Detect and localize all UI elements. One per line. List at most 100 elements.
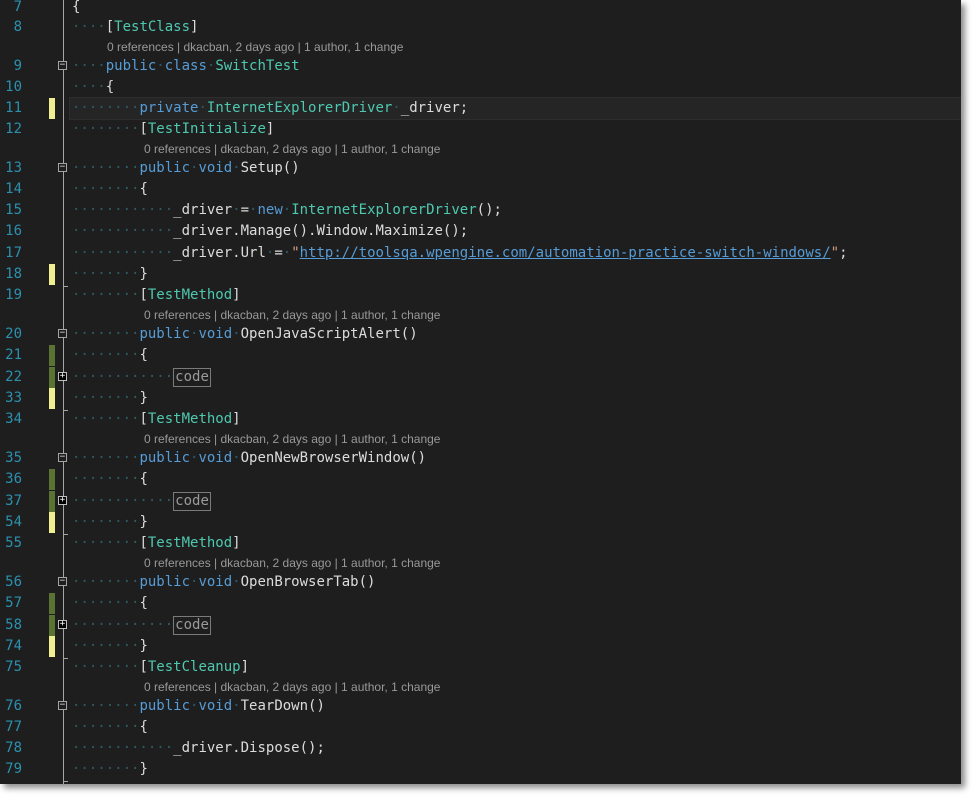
attribute: TestMethod	[147, 287, 233, 303]
code-line[interactable]: 17 ············_driver.Url·=·"http://too…	[0, 243, 961, 264]
collapse-icon[interactable]: −	[58, 163, 67, 172]
code-line[interactable]: 15 ············_driver·=·new·InternetExp…	[0, 200, 961, 221]
codelens-author[interactable]: dkacban, 2 days ago	[184, 40, 295, 54]
line-number: 74	[5, 638, 22, 654]
unsaved-change-marker	[49, 388, 55, 409]
codelens[interactable]: 0 references | dkacban, 2 days ago | 1 a…	[0, 679, 961, 696]
line-number: 9	[13, 58, 22, 74]
code-line[interactable]: 12 ········[TestInitialize]	[0, 119, 961, 140]
collapse-icon[interactable]: −	[58, 453, 67, 462]
line-number: 35	[5, 450, 22, 466]
codelens-references[interactable]: 0 references	[144, 556, 211, 570]
class-name: SwitchTest	[215, 58, 300, 74]
collapsed-code-block[interactable]: code	[173, 367, 211, 387]
code-line[interactable]: 75 ········[TestCleanup]	[0, 657, 961, 678]
codelens-author[interactable]: dkacban, 2 days ago	[221, 432, 332, 446]
attribute: TestCleanup	[147, 659, 241, 675]
collapse-icon[interactable]: −	[58, 577, 67, 586]
codelens-changes[interactable]: 1 author, 1 change	[341, 556, 440, 570]
code-line[interactable]: 37 + ············ code	[0, 491, 961, 512]
code-editor[interactable]: 7 { 8 ····[TestClass] 0 references | dka…	[0, 0, 961, 784]
codelens[interactable]: 0 references | dkacban, 2 days ago | 1 a…	[0, 307, 961, 324]
codelens[interactable]: 0 references | dkacban, 2 days ago | 1 a…	[0, 141, 961, 158]
code-line[interactable]: 11 ········private·InternetExplorerDrive…	[0, 98, 961, 119]
codelens[interactable]: 0 references | dkacban, 2 days ago | 1 a…	[0, 431, 961, 448]
expand-icon[interactable]: +	[58, 372, 67, 381]
code-line[interactable]: 55 ········[TestMethod]	[0, 533, 961, 554]
code-line[interactable]: 22 + ············ code	[0, 367, 961, 388]
codelens[interactable]: 0 references | dkacban, 2 days ago | 1 a…	[0, 555, 961, 572]
line-number: 17	[5, 245, 22, 261]
code-line[interactable]: 13 − ········public·void·Setup()	[0, 158, 961, 179]
codelens-changes[interactable]: 1 author, 1 change	[341, 432, 440, 446]
collapse-icon[interactable]: −	[58, 329, 67, 338]
url-link[interactable]: http://toolsqa.wpengine.com/automation-p…	[300, 245, 831, 261]
saved-change-marker	[49, 469, 55, 490]
code-line[interactable]: 14 ········{	[0, 179, 961, 200]
collapse-icon[interactable]: −	[58, 61, 67, 70]
line-number: 58	[5, 617, 22, 633]
code-line[interactable]: 16 ············_driver.Manage().Window.M…	[0, 221, 961, 242]
code-line[interactable]: 36 ········{	[0, 469, 961, 490]
codelens-author[interactable]: dkacban, 2 days ago	[221, 556, 332, 570]
codelens-references[interactable]: 0 references	[144, 308, 211, 322]
codelens-author[interactable]: dkacban, 2 days ago	[221, 142, 332, 156]
code-line[interactable]: 19 ········[TestMethod]	[0, 285, 961, 306]
code-line[interactable]: 9 − ····public·class·SwitchTest	[0, 56, 961, 77]
code-line[interactable]: 33 ········}	[0, 388, 961, 411]
line-number: 13	[5, 160, 22, 176]
fold-end-marker	[63, 781, 68, 782]
code-line[interactable]: 18 ········}	[0, 264, 961, 287]
code-line[interactable]: 35 − ········public·void·OpenNewBrowserW…	[0, 448, 961, 469]
codelens-references[interactable]: 0 references	[144, 680, 211, 694]
codelens-changes[interactable]: 1 author, 1 change	[341, 142, 440, 156]
line-number: 16	[5, 223, 22, 239]
method-name: OpenNewBrowserWindow	[240, 450, 410, 466]
code-line[interactable]: 56 − ········public·void·OpenBrowserTab(…	[0, 572, 961, 593]
collapsed-code-block[interactable]: code	[173, 615, 211, 635]
line-number: 36	[5, 471, 22, 487]
codelens-author[interactable]: dkacban, 2 days ago	[221, 308, 332, 322]
unsaved-change-marker	[49, 264, 55, 285]
code-line[interactable]: 79 ········}	[0, 759, 961, 782]
codelens-changes[interactable]: 1 author, 1 change	[341, 308, 440, 322]
saved-change-marker	[49, 491, 55, 512]
code-line[interactable]: 8 ····[TestClass]	[0, 17, 961, 38]
line-number: 20	[5, 326, 22, 342]
codelens-references[interactable]: 0 references	[107, 40, 174, 54]
expand-icon[interactable]: +	[58, 496, 67, 505]
code-line[interactable]: 10 ····{	[0, 77, 961, 98]
code-line[interactable]: 78 ············_driver.Dispose();	[0, 738, 961, 759]
attribute: TestInitialize	[147, 121, 266, 137]
unsaved-change-marker	[49, 512, 55, 533]
code-line[interactable]: 57 ········{	[0, 593, 961, 614]
saved-change-marker	[49, 593, 55, 614]
line-number: 11	[5, 100, 22, 116]
code-line[interactable]: 54 ········}	[0, 512, 961, 535]
code-line[interactable]: 7 {	[0, 0, 961, 18]
collapsed-code-block[interactable]: code	[173, 491, 211, 511]
code-line[interactable]: 20 − ········public·void·OpenJavaScriptA…	[0, 324, 961, 345]
attribute: TestMethod	[147, 535, 233, 551]
unsaved-change-marker	[49, 636, 55, 657]
line-number: 33	[5, 390, 22, 406]
code-line[interactable]: 58 + ············ code	[0, 615, 961, 636]
codelens-author[interactable]: dkacban, 2 days ago	[221, 680, 332, 694]
codelens-references[interactable]: 0 references	[144, 432, 211, 446]
codelens-changes[interactable]: 1 author, 1 change	[304, 40, 403, 54]
method-name: Setup	[240, 160, 283, 176]
collapse-icon[interactable]: −	[58, 701, 67, 710]
method-name: OpenBrowserTab	[240, 574, 359, 590]
code-line[interactable]: 76 − ········public·void·TearDown()	[0, 696, 961, 717]
line-number: 78	[5, 740, 22, 756]
expand-icon[interactable]: +	[58, 620, 67, 629]
code-line[interactable]: 34 ········[TestMethod]	[0, 409, 961, 430]
codelens[interactable]: 0 references | dkacban, 2 days ago | 1 a…	[0, 39, 961, 56]
method-name: OpenJavaScriptAlert	[240, 326, 401, 342]
codelens-changes[interactable]: 1 author, 1 change	[341, 680, 440, 694]
code-line[interactable]: 77 ········{	[0, 717, 961, 738]
saved-change-marker	[49, 345, 55, 366]
code-line[interactable]: 74 ········}	[0, 636, 961, 659]
codelens-references[interactable]: 0 references	[144, 142, 211, 156]
code-line[interactable]: 21 ········{	[0, 345, 961, 366]
